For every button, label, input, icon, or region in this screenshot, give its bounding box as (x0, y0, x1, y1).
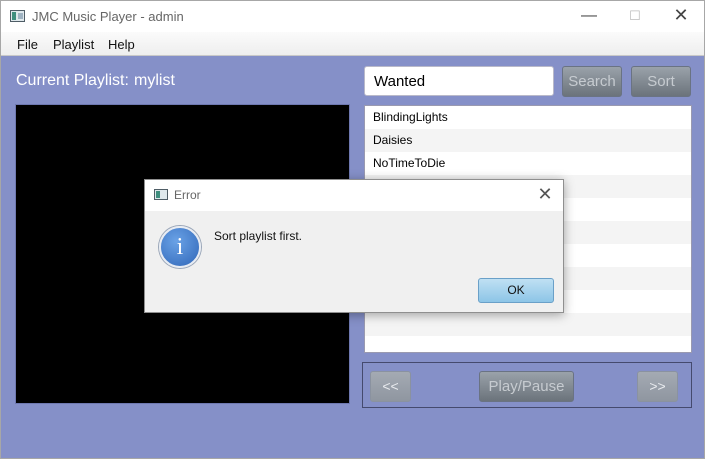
maximize-button[interactable]: ☐ (612, 1, 658, 32)
info-icon: i (159, 226, 201, 268)
menu-help[interactable]: Help (108, 37, 135, 52)
current-playlist-name: mylist (134, 72, 175, 89)
current-playlist-label: Current Playlist: (16, 72, 129, 89)
window-title: JMC Music Player - admin (32, 9, 184, 24)
menu-file[interactable]: File (17, 37, 38, 52)
playback-controls: << Play/Pause >> (362, 362, 692, 408)
minimize-button[interactable]: — (566, 1, 612, 32)
next-button[interactable]: >> (637, 371, 678, 402)
dialog-message: Sort playlist first. (214, 229, 303, 243)
play-pause-button[interactable]: Play/Pause (479, 371, 574, 402)
list-item[interactable]: BlindingLights (365, 106, 691, 129)
list-item[interactable] (365, 336, 691, 352)
dialog-title-bar: Error ✕ (145, 180, 563, 211)
title-bar: JMC Music Player - admin — ☐ ✕ (1, 1, 704, 32)
menu-bar: File Playlist Help (1, 32, 704, 56)
app-icon (10, 10, 25, 22)
error-dialog: Error ✕ i Sort playlist first. OK (144, 179, 564, 313)
list-item[interactable]: Daisies (365, 129, 691, 152)
search-button[interactable]: Search (562, 66, 622, 97)
app-icon (154, 189, 168, 200)
menu-playlist[interactable]: Playlist (53, 37, 94, 52)
music-player-window: JMC Music Player - admin — ☐ ✕ File Play… (0, 0, 705, 459)
dialog-title: Error (174, 188, 201, 202)
dialog-close-button[interactable]: ✕ (531, 180, 559, 210)
search-input[interactable] (364, 66, 554, 96)
previous-button[interactable]: << (370, 371, 411, 402)
close-button[interactable]: ✕ (658, 1, 704, 32)
list-item[interactable] (365, 313, 691, 336)
ok-button[interactable]: OK (478, 278, 554, 303)
list-item[interactable]: NoTimeToDie (365, 152, 691, 175)
sort-button[interactable]: Sort (631, 66, 691, 97)
